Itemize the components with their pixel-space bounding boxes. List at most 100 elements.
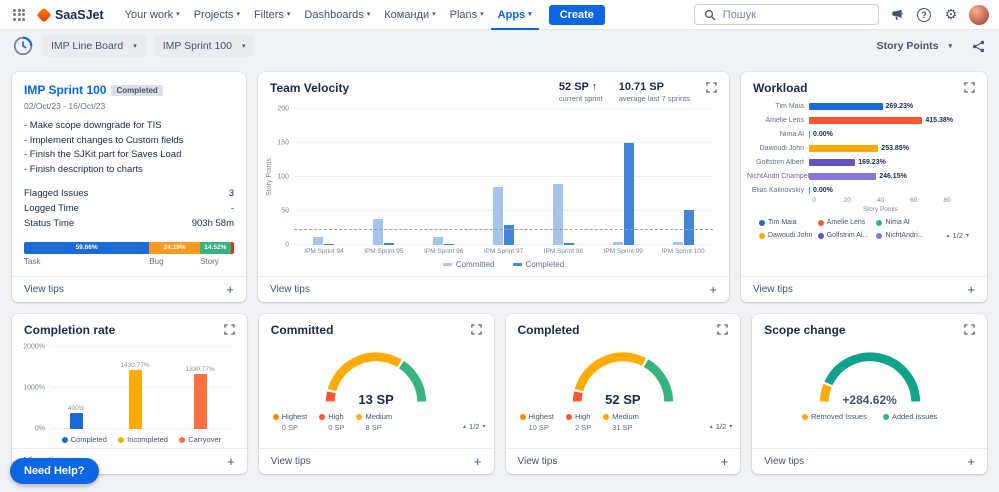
pagination-down-icon[interactable]: ▾ <box>482 423 485 430</box>
legend-item[interactable]: Highest 10 SP <box>519 412 554 432</box>
legend-dot <box>272 413 279 420</box>
legend-item-header: Medium <box>356 412 392 421</box>
expand-icon[interactable] <box>964 323 975 335</box>
view-tips-link[interactable]: View tips <box>271 456 311 467</box>
legend-item[interactable]: Removed Issues <box>801 412 867 421</box>
velocity-bar <box>683 209 694 245</box>
board-select[interactable]: IMP Line Board ▾ <box>42 35 146 57</box>
stat-value: 10.71 SP <box>618 81 664 93</box>
nav-item-команди[interactable]: Команди ▾ <box>377 0 442 30</box>
view-tips-link[interactable]: View tips <box>24 284 64 295</box>
view-tips-link[interactable]: View tips <box>753 284 793 295</box>
issue-distribution: 59.66% 24.19% 14.52% Task Bug Story <box>24 241 234 266</box>
expand-icon[interactable] <box>224 323 235 335</box>
brand-logo[interactable]: SaaSJet <box>36 6 104 23</box>
velocity-stats: 52 SP ↑ current sprint 10.71 SP average … <box>559 81 690 103</box>
issue-distribution-bar: 59.66% 24.19% 14.52% <box>24 241 234 254</box>
stat-value: 52 SP ↑ <box>558 81 598 93</box>
legend-item[interactable]: High 0 SP <box>319 412 344 432</box>
add-icon[interactable]: + <box>721 455 729 468</box>
pagination-up-icon[interactable]: ▴ <box>947 232 950 239</box>
workload-row: Dawoudi John 253.85% <box>747 141 977 155</box>
scope-gauge: +284.62% <box>803 341 937 407</box>
user-avatar[interactable] <box>969 4 989 25</box>
nav-item-projects[interactable]: Projects ▾ <box>187 0 247 30</box>
chevron-down-icon: ▾ <box>286 11 291 18</box>
bar-value-label: 400% <box>67 404 85 412</box>
add-icon[interactable]: + <box>227 455 235 468</box>
add-icon[interactable]: + <box>967 455 975 468</box>
search-input[interactable] <box>722 8 871 21</box>
nav-item-plans[interactable]: Plans ▾ <box>443 0 491 30</box>
legend-item[interactable]: Medium 31 SP <box>603 412 639 432</box>
workload-person-name: NichtAndri Champel <box>747 172 809 180</box>
legend-item[interactable]: Dawoudi John <box>759 230 818 241</box>
legend-value: 2 SP <box>574 423 592 432</box>
workload-bar <box>809 186 811 194</box>
workload-bar-track: 246.15% <box>809 172 977 180</box>
nav-item-dashboards[interactable]: Dashboards ▾ <box>297 0 377 30</box>
velocity-bar <box>384 242 395 245</box>
legend-label: Medium <box>612 412 639 421</box>
sprint-select[interactable]: IMP Sprint 100 ▾ <box>153 35 255 57</box>
workload-bar-track: 253.85% <box>809 144 977 152</box>
committed-gauge: 13 SP <box>309 341 443 407</box>
sprint-goals: - Make scope downgrade for TIS - Implemen… <box>24 119 234 178</box>
legend-item[interactable]: NichtAndri... <box>876 230 935 241</box>
stat-label: Status Time <box>24 217 75 229</box>
sprint-stats: Flagged Issues 3 Logged Time - Status Time 90… <box>24 188 234 229</box>
create-button[interactable]: Create <box>548 4 605 25</box>
legend-item[interactable]: Completed <box>512 260 564 269</box>
completion-rate-card: Completion rate 0% 1000% 2000% 400% 1430.77%… <box>12 314 247 474</box>
add-icon[interactable]: + <box>226 283 234 296</box>
need-help-button[interactable]: Need Help? <box>10 458 99 484</box>
help-icon[interactable]: ? <box>915 6 933 24</box>
workload-bar-track: 415.38% <box>809 116 977 124</box>
legend-item[interactable]: Amelie Lens <box>817 217 877 228</box>
nav-item-apps[interactable]: Apps ▾ <box>490 0 539 30</box>
pagination-down-icon[interactable]: ▾ <box>966 232 969 239</box>
pagination-up-icon[interactable]: ▴ <box>710 423 713 430</box>
legend-item[interactable]: Golfstrim Al... <box>817 230 877 241</box>
announcements-icon[interactable] <box>888 6 906 24</box>
pagination-up-icon[interactable]: ▴ <box>463 423 466 430</box>
metric-select[interactable]: Story Points ▾ <box>868 35 961 57</box>
view-tips-link[interactable]: View tips <box>518 456 558 467</box>
view-tips-link[interactable]: View tips <box>764 456 804 467</box>
legend-label: Highest <box>281 412 308 421</box>
nav-item-filters[interactable]: Filters ▾ <box>247 0 297 30</box>
legend-dot <box>817 232 824 239</box>
expand-icon[interactable] <box>470 323 482 335</box>
search-icon <box>702 6 718 24</box>
settings-icon[interactable]: ⚙ <box>942 6 960 24</box>
legend-item[interactable]: Highest 0 SP <box>272 412 308 432</box>
legend-item[interactable]: Carryover <box>179 435 221 444</box>
card-title: Completed <box>517 323 580 337</box>
add-icon[interactable]: + <box>474 455 482 468</box>
legend-dot <box>801 413 808 420</box>
add-icon[interactable]: + <box>967 283 975 296</box>
sprint-status-badge: Completed <box>111 85 163 96</box>
pagination-down-icon[interactable]: ▾ <box>729 423 732 430</box>
legend-item[interactable]: Committed <box>442 260 495 269</box>
workload-card: Workload Tim Maia 269.23% Amelie Lens 415.3… <box>741 72 987 302</box>
add-icon[interactable]: + <box>709 283 717 296</box>
completion-bar <box>128 370 142 429</box>
legend-item[interactable]: High 2 SP <box>565 412 592 432</box>
share-icon[interactable] <box>969 37 987 55</box>
legend-item[interactable]: Completed <box>61 435 107 444</box>
search-box[interactable] <box>694 4 879 25</box>
legend-item[interactable]: Incompleted <box>118 435 168 444</box>
expand-icon[interactable] <box>717 323 728 335</box>
legend-item[interactable]: Nima Al <box>876 217 935 228</box>
legend-dot <box>882 413 889 420</box>
sprint-details-card: IMP Sprint 100 Completed 02/Oct/23 - 16/O… <box>12 72 246 302</box>
expand-icon[interactable] <box>964 81 975 93</box>
legend-item[interactable]: Medium 8 SP <box>356 412 392 432</box>
nav-item-your-work[interactable]: Your work ▾ <box>118 0 187 30</box>
app-switcher-icon[interactable] <box>10 6 28 24</box>
legend-item[interactable]: Tim Maia <box>759 217 818 228</box>
view-tips-link[interactable]: View tips <box>270 284 310 295</box>
legend-item[interactable]: Added Issues <box>882 412 937 421</box>
expand-icon[interactable] <box>706 81 717 93</box>
